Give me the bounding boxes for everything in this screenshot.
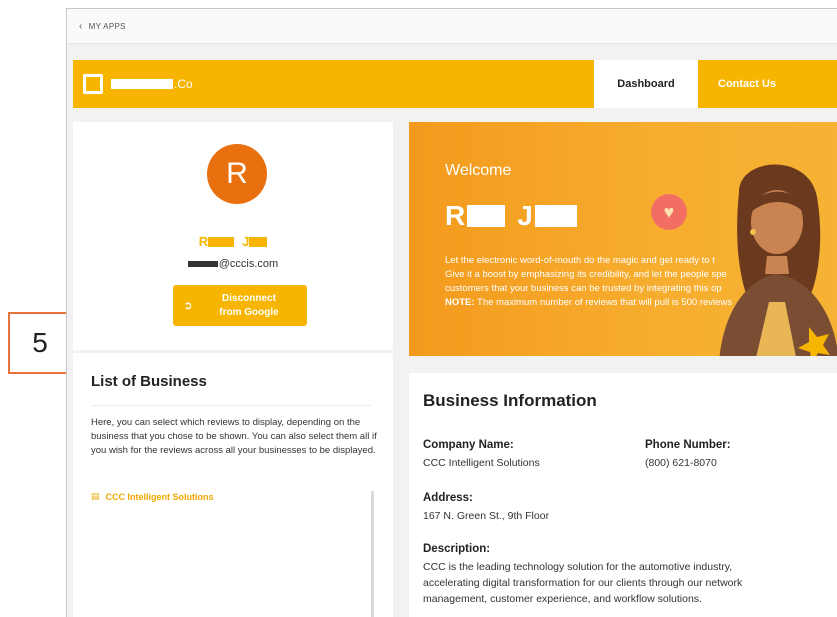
first-name-redaction — [208, 236, 235, 247]
list-of-business-card: List of Business Here, you can select wh… — [73, 353, 393, 617]
phone-number-label: Phone Number: — [645, 439, 731, 451]
address-value: 167 N. Green St., 9th Floor — [423, 510, 550, 522]
email-user-redaction — [187, 261, 218, 267]
welcome-line-1: Let the electronic word-of-mouth do the … — [445, 255, 715, 266]
nav-tabs: Dashboard Contact Us — [594, 60, 837, 108]
description-value: CCC is the leading technology solution f… — [423, 559, 837, 607]
document-icon: ▤ — [91, 491, 100, 501]
business-information-card: Business Information Company Name: CCC I… — [409, 373, 837, 617]
tab-contact-us[interactable]: Contact Us — [698, 60, 837, 108]
user-email: @cccis.com — [73, 258, 393, 270]
welcome-banner: Welcome R J ♥ Let the electronic word-of… — [409, 122, 837, 356]
app-window: ‹ MY APPS .Co Dashboard Contact Us R R J… — [66, 8, 837, 617]
list-of-business-title: List of Business — [91, 373, 207, 390]
disconnect-label-line1: Disconnect — [222, 292, 276, 304]
welcome-last-initial: J — [517, 200, 533, 231]
welcome-paragraph: Let the electronic word-of-mouth do the … — [445, 254, 837, 310]
welcome-last-name-redaction — [534, 205, 577, 227]
business-list-scrollbar[interactable] — [371, 491, 374, 617]
main-navbar: .Co Dashboard Contact Us — [73, 60, 837, 108]
phone-number-value: (800) 621-8070 — [645, 457, 717, 469]
business-item-label: CCC Intelligent Solutions — [105, 491, 214, 502]
list-item[interactable]: ▤ CCC Intelligent Solutions — [91, 491, 377, 502]
disconnect-google-button[interactable]: ➲ Disconnect from Google — [173, 285, 307, 326]
business-list: ▤ CCC Intelligent Solutions — [91, 491, 377, 617]
divider — [91, 405, 371, 406]
logo-square-icon — [83, 74, 103, 94]
business-information-title: Business Information — [423, 391, 597, 410]
chevron-left-icon[interactable]: ‹ — [79, 21, 83, 32]
step-number-marker: 5 — [8, 312, 72, 374]
welcome-note-label: NOTE: — [445, 297, 475, 308]
my-apps-link[interactable]: MY APPS — [89, 22, 126, 31]
company-name-label: Company Name: — [423, 439, 514, 451]
welcome-user-name-redacted: R J — [445, 200, 577, 232]
welcome-first-name-redaction — [467, 205, 506, 227]
welcome-greeting: Welcome — [445, 162, 512, 179]
avatar: R — [207, 144, 267, 204]
welcome-first-initial: R — [445, 200, 466, 231]
list-of-business-description: Here, you can select which reviews to di… — [91, 417, 377, 456]
disconnect-label-line2: from Google — [219, 306, 279, 318]
description-label: Description: — [423, 543, 491, 555]
description-line-3: management, customer experience, and wor… — [423, 593, 702, 605]
company-name-value: CCC Intelligent Solutions — [423, 457, 540, 469]
topbar: ‹ MY APPS — [67, 9, 837, 44]
email-domain: @cccis.com — [218, 258, 279, 270]
description-line-1: CCC is the leading technology solution f… — [423, 561, 733, 573]
user-name-redacted: R J — [73, 234, 393, 249]
first-initial: R — [198, 234, 209, 249]
welcome-line-2: Give it a boost by emphasizing its credi… — [445, 269, 727, 280]
brand-suffix: .Co — [174, 77, 193, 91]
welcome-note-text: The maximum number of reviews that will … — [474, 297, 733, 308]
last-name-redaction — [249, 236, 268, 247]
description-line-2: accelerating digital transformation for … — [423, 577, 743, 589]
profile-card: R R J @cccis.com ➲ Disconnect from Googl… — [73, 122, 393, 350]
address-label: Address: — [423, 492, 473, 504]
tab-dashboard[interactable]: Dashboard — [594, 60, 698, 108]
heart-icon: ♥ — [651, 194, 687, 230]
welcome-line-3: customers that your business can be trus… — [445, 283, 722, 294]
brand-name-redacted — [111, 79, 173, 89]
sign-out-icon: ➲ — [183, 300, 193, 312]
last-initial: J — [242, 234, 250, 249]
brand-logo[interactable]: .Co — [83, 74, 193, 94]
